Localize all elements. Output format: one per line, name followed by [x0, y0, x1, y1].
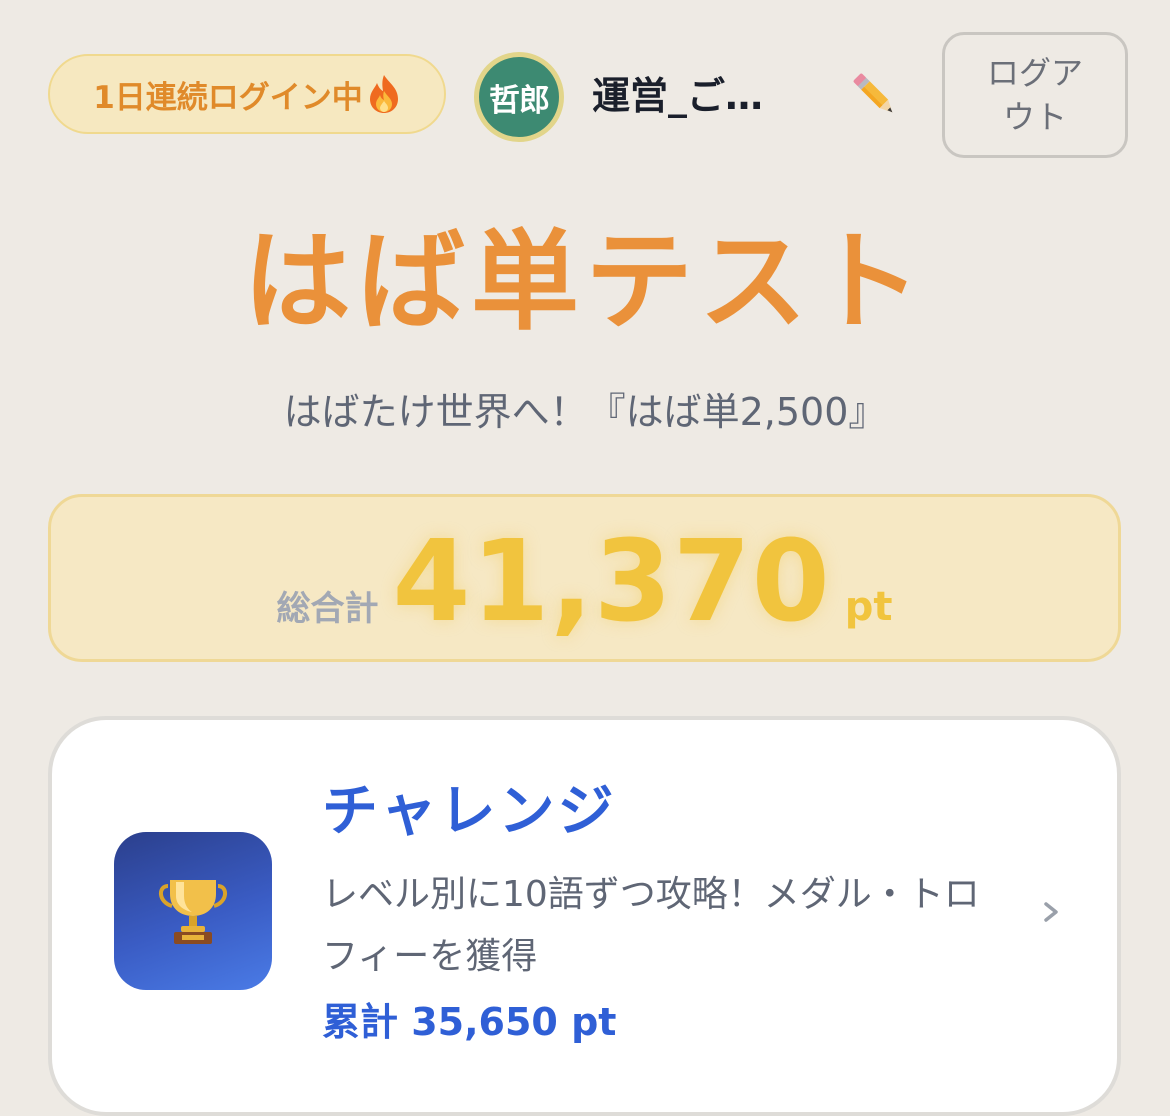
challenge-title: チャレンジ — [322, 779, 617, 844]
total-points-unit: pt — [844, 584, 893, 630]
app-title: はば単テスト — [242, 220, 927, 345]
edit-username-button[interactable] — [846, 66, 902, 122]
chevron-right-icon — [1044, 902, 1058, 922]
login-streak-badge: 1日連続ログイン中 — [48, 54, 446, 134]
challenge-points: 累計 35,650 pt — [322, 1000, 617, 1044]
total-points-label: 総合計 — [276, 589, 379, 629]
challenge-icon-tile — [114, 832, 272, 990]
logout-button[interactable]: ログアウト — [942, 32, 1128, 158]
avatar[interactable]: 哲郎 — [474, 52, 564, 142]
avatar-text: 哲郎 — [489, 82, 550, 119]
pencil-icon — [853, 73, 893, 113]
total-points-value: 41,370 — [392, 517, 831, 647]
total-points-card: 総合計 41,370 pt — [48, 494, 1121, 662]
username: 運営_ご… — [592, 74, 764, 118]
challenge-card[interactable]: チャレンジ レベル別に10語ずつ攻略！メダル・トロフィーを獲得 累計 35,65… — [48, 716, 1121, 1116]
trophy-icon — [159, 880, 227, 944]
challenge-description: レベル別に10語ずつ攻略！メダル・トロフィーを獲得 — [322, 874, 980, 977]
login-streak-label: 1日連続ログイン中 — [93, 79, 363, 116]
app-subtitle: はばたけ世界へ！『はば単2,500』 — [283, 390, 887, 434]
fire-icon — [367, 74, 401, 114]
